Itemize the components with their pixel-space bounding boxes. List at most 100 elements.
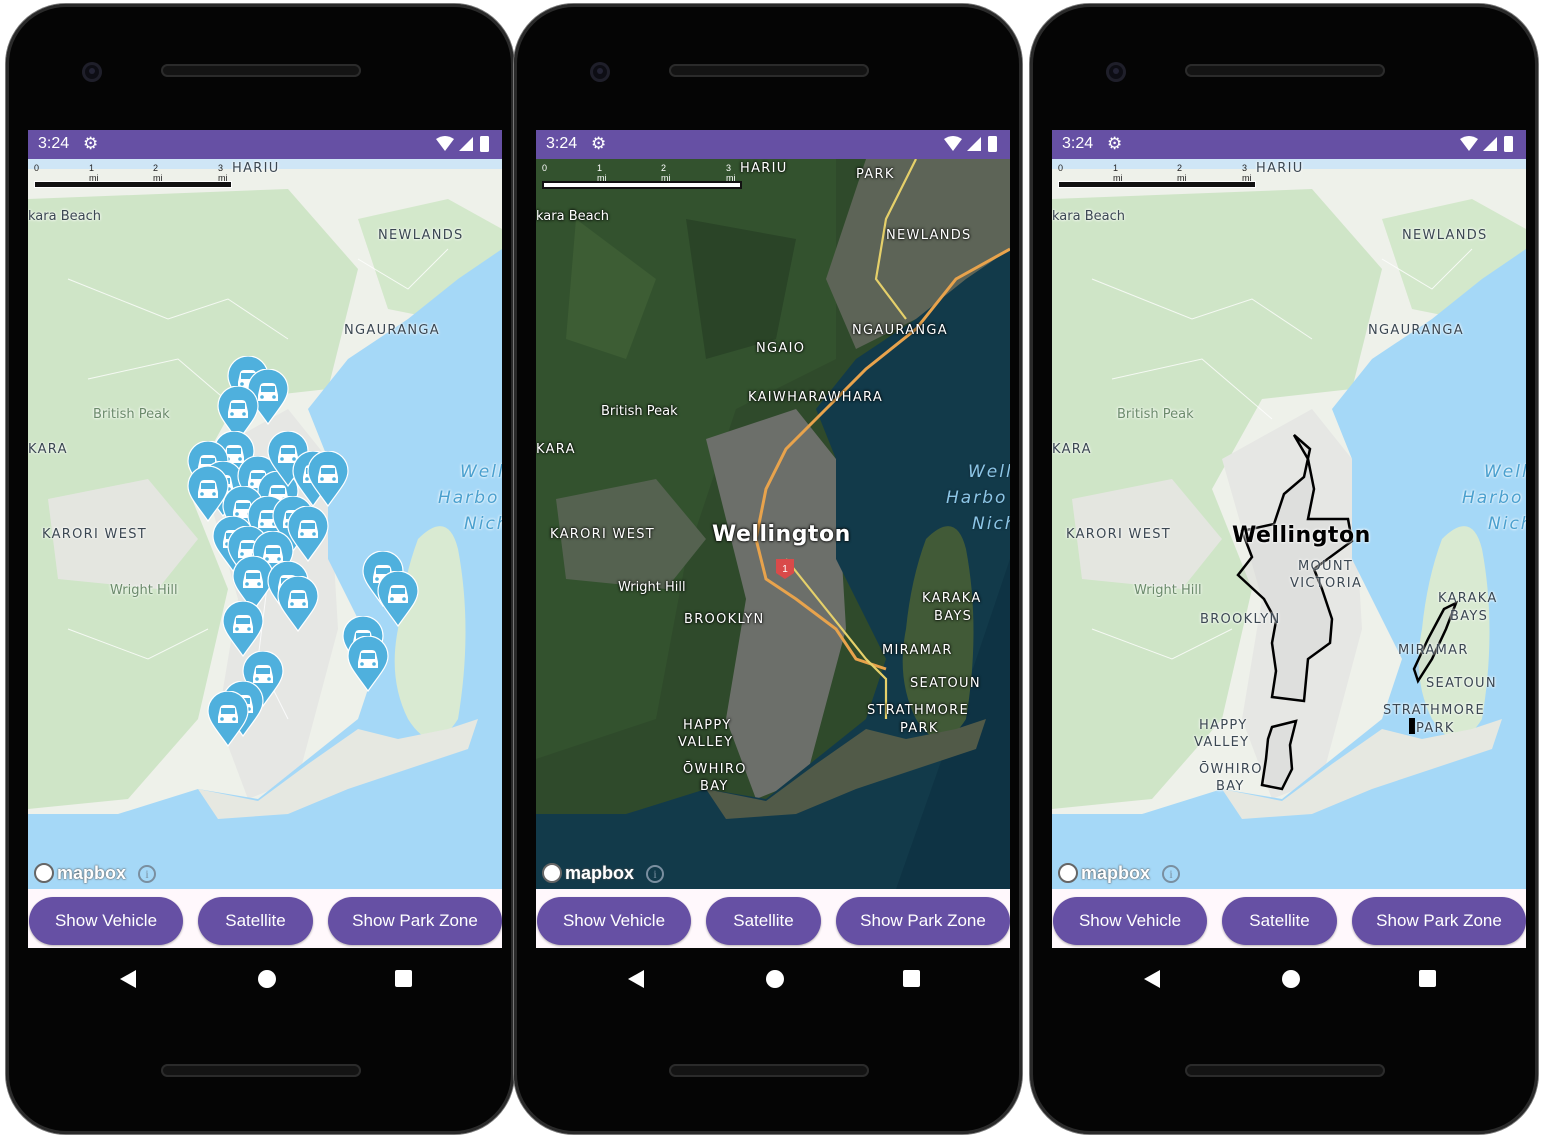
show-park-zone-button[interactable]: Show Park Zone xyxy=(328,897,502,945)
map-label: BAYS xyxy=(1450,609,1489,624)
settings-gear-icon: ⚙ xyxy=(83,134,99,154)
map-label: British Peak xyxy=(601,404,678,419)
wifi-icon xyxy=(944,136,962,151)
recents-icon[interactable] xyxy=(395,970,412,987)
status-time: 3:24 xyxy=(1062,135,1094,152)
home-icon[interactable] xyxy=(1282,970,1300,988)
map-label: NGAURANGA xyxy=(1368,323,1464,338)
show-vehicle-button[interactable]: Show Vehicle xyxy=(537,897,691,945)
show-vehicle-button[interactable]: Show Vehicle xyxy=(29,897,183,945)
vehicle-pin-icon[interactable] xyxy=(221,601,265,657)
map-label: NGAURANGA xyxy=(344,323,440,338)
status-icons xyxy=(436,136,489,152)
map-label: Wright Hill xyxy=(110,583,178,598)
mapbox-logo[interactable]: mapbox xyxy=(542,861,634,885)
battery-icon xyxy=(480,136,489,152)
attribution-info-icon[interactable]: i xyxy=(138,865,156,883)
map-label: KARAKA xyxy=(1438,591,1498,606)
home-icon[interactable] xyxy=(766,970,784,988)
map-label: Well xyxy=(460,462,502,482)
map-label: ŌWHIRO xyxy=(683,762,747,777)
map-label: Well xyxy=(1484,462,1526,482)
recents-icon[interactable] xyxy=(903,970,920,987)
earpiece-speaker xyxy=(161,64,361,77)
attribution-info-icon[interactable]: i xyxy=(1162,865,1180,883)
map-label: kara Beach xyxy=(28,209,101,224)
map-label: NEWLANDS xyxy=(378,228,464,243)
map-view[interactable]: 01 mi 2 mi 3 mi HARIU kara Beach NEWLANDS … xyxy=(1052,159,1526,889)
map-label: Harbo xyxy=(946,488,1008,508)
map-label: HARIU xyxy=(232,161,280,176)
bottom-speaker xyxy=(669,1064,869,1077)
map-label: KARA xyxy=(1052,442,1092,457)
map-label: KARORI WEST xyxy=(550,527,656,542)
show-park-zone-button[interactable]: Show Park Zone xyxy=(836,897,1010,945)
map-view[interactable]: 01 mi 2 mi 3 mi HARIU kara Beach NEWLANDS … xyxy=(28,159,502,889)
attribution-info-icon[interactable]: i xyxy=(646,865,664,883)
battery-icon xyxy=(1504,136,1513,152)
status-time: 3:24 xyxy=(38,135,70,152)
earpiece-speaker xyxy=(669,64,869,77)
city-label: Wellington xyxy=(712,522,851,547)
android-nav-bar xyxy=(536,954,1010,1004)
map-label: VALLEY xyxy=(1194,735,1250,750)
back-icon[interactable] xyxy=(628,970,644,988)
map-label: Nich xyxy=(464,514,502,534)
map-label: VALLEY xyxy=(678,735,734,750)
mapbox-logo[interactable]: mapbox xyxy=(34,861,126,885)
map-label: ŌWHIRO xyxy=(1199,762,1263,777)
status-time: 3:24 xyxy=(546,135,578,152)
wifi-icon xyxy=(1460,136,1478,151)
recents-icon[interactable] xyxy=(1419,970,1436,987)
map-label: KARAKA xyxy=(922,591,982,606)
map-label: HARIU xyxy=(740,161,788,176)
wifi-icon xyxy=(436,136,454,151)
app-screen: 3:24 ⚙ 1 0 1 mi 2 mi 3 mi HARIU PARK kar… xyxy=(536,130,1010,948)
status-bar: 3:24 ⚙ xyxy=(28,130,502,159)
phone-frame-park-zones: 3:24 ⚙ 0 1 mi 2 mi 3 mi HARIU kara Beach… xyxy=(1030,4,1538,1134)
map-label: MOUNT xyxy=(1298,559,1354,574)
map-label: NEWLANDS xyxy=(886,228,972,243)
bottom-button-bar: Show Vehicle Satellite Show Park Zone xyxy=(536,889,1010,948)
home-icon[interactable] xyxy=(258,970,276,988)
map-label: Wright Hill xyxy=(1134,583,1202,598)
map-label: BROOKLYN xyxy=(684,612,765,627)
mapbox-mark-icon xyxy=(34,863,54,883)
satellite-button[interactable]: Satellite xyxy=(706,897,821,945)
status-icons xyxy=(944,136,997,152)
map-view-satellite[interactable]: 1 01 mi 2 mi 3 mi HARIU PARK kara Beach NE… xyxy=(536,159,1010,889)
map-label: KARORI WEST xyxy=(42,527,148,542)
map-label: BROOKLYN xyxy=(1200,612,1281,627)
map-label: PARK xyxy=(900,721,939,736)
back-icon[interactable] xyxy=(120,970,136,988)
satellite-button[interactable]: Satellite xyxy=(198,897,313,945)
show-park-zone-button[interactable]: Show Park Zone xyxy=(1352,897,1526,945)
bottom-speaker xyxy=(1185,1064,1385,1077)
svg-text:1: 1 xyxy=(782,564,788,575)
map-label: Wright Hill xyxy=(618,580,686,595)
map-label: NEWLANDS xyxy=(1402,228,1488,243)
map-label: PARK xyxy=(1416,721,1455,736)
earpiece-speaker xyxy=(1185,64,1385,77)
vehicle-pin-icon[interactable] xyxy=(206,691,250,747)
map-label: STRATHMORE xyxy=(1383,703,1485,718)
app-screen: 3:24 ⚙ 0 1 mi 2 mi 3 mi HARIU kara Beach… xyxy=(28,130,502,948)
map-label: PARK xyxy=(856,167,895,182)
scale-bar: 01 mi 2 mi 3 mi xyxy=(542,163,742,189)
map-label: HARIU xyxy=(1256,161,1304,176)
mapbox-logo[interactable]: mapbox xyxy=(1058,861,1150,885)
android-nav-bar xyxy=(1052,954,1526,1004)
cell-signal-icon xyxy=(1483,137,1497,151)
satellite-button[interactable]: Satellite xyxy=(1222,897,1337,945)
map-label: HAPPY xyxy=(683,718,732,733)
map-label: NGAURANGA xyxy=(852,323,948,338)
show-vehicle-button[interactable]: Show Vehicle xyxy=(1053,897,1207,945)
map-label: MIRAMAR xyxy=(1398,643,1469,658)
vehicle-pin-icon[interactable] xyxy=(346,636,390,692)
back-icon[interactable] xyxy=(1144,970,1160,988)
status-bar: 3:24 ⚙ xyxy=(1052,130,1526,159)
vehicle-pin-icon[interactable] xyxy=(276,576,320,632)
status-icons xyxy=(1460,136,1513,152)
map-label: Harbo xyxy=(438,488,500,508)
phone-frame-satellite: 3:24 ⚙ 1 0 1 mi 2 mi 3 mi HARIU PARK kar… xyxy=(514,4,1022,1134)
